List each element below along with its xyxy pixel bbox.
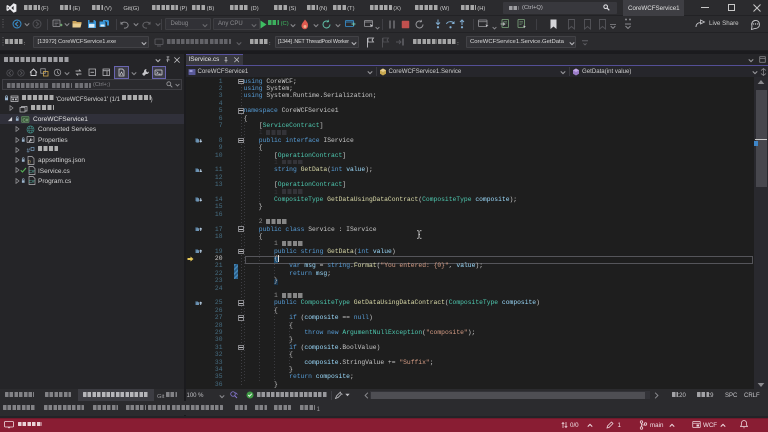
svg-text:{}: {}: [28, 158, 31, 163]
svg-text:#: #: [27, 148, 31, 154]
svg-text:C#: C#: [28, 179, 34, 184]
svg-text:C#: C#: [28, 169, 34, 174]
svg-text:C#: C#: [23, 117, 29, 122]
